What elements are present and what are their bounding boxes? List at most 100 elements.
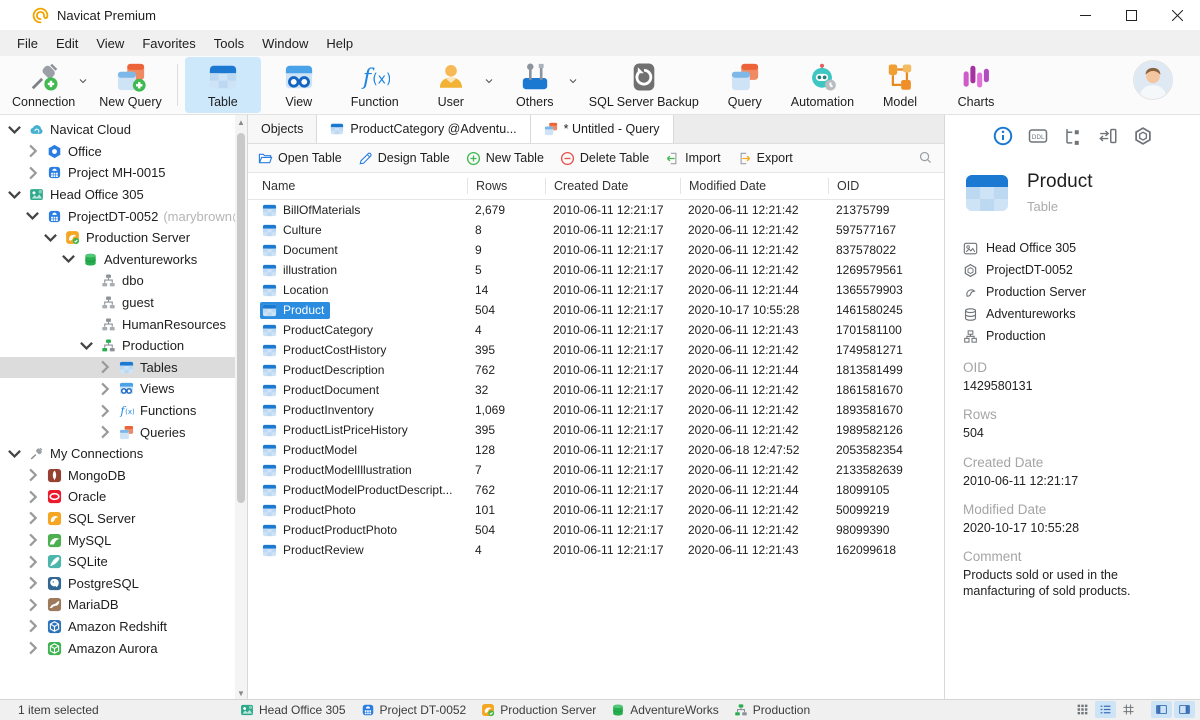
tree-item-postgresql[interactable]: PostgreSQL xyxy=(0,572,235,594)
tree-item-functions[interactable]: f (x) Functions xyxy=(0,400,235,422)
status-path-project-dt-0052[interactable]: Project DT-0052 xyxy=(361,703,466,717)
close-button[interactable] xyxy=(1154,0,1200,30)
table-name-cell[interactable]: ProductModelIllustration xyxy=(260,462,418,479)
table-row-productcosthistory[interactable]: ProductCostHistory 395 2010-06-11 12:21:17… xyxy=(248,340,945,360)
toolbar-function-button[interactable]: f (x) Function xyxy=(337,57,413,113)
tree-item-views[interactable]: Views xyxy=(0,378,235,400)
table-row-productlistpricehistory[interactable]: ProductListPriceHistory 395 2010-06-11 12:… xyxy=(248,420,945,440)
table-row-productmodel[interactable]: ProductModel 128 2010-06-11 12:21:17 2020-0… xyxy=(248,440,945,460)
toolbar-sql-server-backup-button[interactable]: SQL Server Backup xyxy=(581,57,707,113)
import-button[interactable]: Import xyxy=(665,151,721,166)
dropdown-caret-icon[interactable] xyxy=(79,77,87,85)
new-table-button[interactable]: New Table xyxy=(466,151,544,166)
tree-item-queries[interactable]: Queries xyxy=(0,421,235,443)
tree-item-amazon-aurora[interactable]: Amazon Aurora xyxy=(0,637,235,659)
chevron-right-icon[interactable] xyxy=(24,165,41,181)
chevron-right-icon[interactable] xyxy=(24,489,41,505)
table-row-productproductphoto[interactable]: ProductProductPhoto 504 2010-06-11 12:21:1… xyxy=(248,520,945,540)
table-name-cell[interactable]: ProductCostHistory xyxy=(260,342,392,359)
column-header-name[interactable]: Name xyxy=(248,178,467,194)
tree-item-amazon-redshift[interactable]: Amazon Redshift xyxy=(0,616,235,638)
chevron-down-icon[interactable] xyxy=(24,208,41,224)
tree-item-dbo[interactable]: dbo xyxy=(0,270,235,292)
menu-favorites[interactable]: Favorites xyxy=(133,36,204,51)
chevron-right-icon[interactable] xyxy=(24,510,41,526)
table-name-cell[interactable]: ProductInventory xyxy=(260,402,380,419)
column-header-oid[interactable]: OID xyxy=(828,178,945,194)
table-name-cell[interactable]: Product xyxy=(260,301,331,319)
maximize-button[interactable] xyxy=(1108,0,1154,30)
detail-view-button[interactable] xyxy=(1118,701,1139,718)
column-header-rows[interactable]: Rows xyxy=(467,178,545,194)
toolbar-charts-button[interactable]: Charts xyxy=(938,57,1014,113)
tree-item-adventureworks[interactable]: Adventureworks xyxy=(0,249,235,271)
delete-table-button[interactable]: Delete Table xyxy=(560,151,649,166)
user-avatar[interactable] xyxy=(1134,61,1172,99)
table-name-cell[interactable]: BillOfMaterials xyxy=(260,202,366,219)
table-row-productphoto[interactable]: ProductPhoto 101 2010-06-11 12:21:17 2020-0… xyxy=(248,500,945,520)
scroll-down-icon[interactable]: ▼ xyxy=(235,686,247,700)
scrollbar-thumb[interactable] xyxy=(237,133,245,503)
toolbar-others-button[interactable]: Others xyxy=(497,57,581,113)
chevron-down-icon[interactable] xyxy=(6,446,23,462)
table-name-cell[interactable]: Culture xyxy=(260,222,328,239)
tree-item-my-connections[interactable]: My Connections xyxy=(0,443,235,465)
ddl-icon[interactable]: DDL xyxy=(1028,126,1048,146)
chevron-right-icon[interactable] xyxy=(24,618,41,634)
chevron-right-icon[interactable] xyxy=(96,381,113,397)
scroll-up-icon[interactable]: ▲ xyxy=(235,115,247,129)
chevron-down-icon[interactable] xyxy=(60,251,77,267)
tree-item-sql-server[interactable]: SQL Server xyxy=(0,508,235,530)
info-icon[interactable] xyxy=(993,126,1013,146)
tab-productcategory-adventu[interactable]: ProductCategory @Adventu... xyxy=(317,115,531,143)
table-row-culture[interactable]: Culture 8 2010-06-11 12:21:17 2020-06-11 12… xyxy=(248,220,945,240)
tree-item-guest[interactable]: guest xyxy=(0,292,235,314)
column-header-created-date[interactable]: Created Date xyxy=(545,178,680,194)
table-name-cell[interactable]: ProductCategory xyxy=(260,322,379,339)
table-row-productinventory[interactable]: ProductInventory 1,069 2010-06-11 12:21:17… xyxy=(248,400,945,420)
toolbar-automation-button[interactable]: Automation xyxy=(783,57,862,113)
chevron-down-icon[interactable] xyxy=(78,338,95,354)
tree-item-oracle[interactable]: Oracle xyxy=(0,486,235,508)
menu-help[interactable]: Help xyxy=(317,36,362,51)
dropdown-caret-icon[interactable] xyxy=(569,77,577,85)
tree-item-mongodb[interactable]: MongoDB xyxy=(0,465,235,487)
tab-objects[interactable]: Objects xyxy=(248,115,318,143)
chevron-right-icon[interactable] xyxy=(24,467,41,483)
table-name-cell[interactable]: ProductReview xyxy=(260,542,370,559)
table-name-cell[interactable]: ProductDescription xyxy=(260,362,390,379)
menu-window[interactable]: Window xyxy=(253,36,317,51)
tree-item-humanresources[interactable]: HumanResources xyxy=(0,313,235,335)
chevron-right-icon[interactable] xyxy=(24,143,41,159)
chevron-right-icon[interactable] xyxy=(24,640,41,656)
table-row-productdocument[interactable]: ProductDocument 32 2010-06-11 12:21:17 2020… xyxy=(248,380,945,400)
toolbar-table-button[interactable]: Table xyxy=(184,57,261,113)
table-name-cell[interactable]: Document xyxy=(260,242,344,259)
status-path-production-server[interactable]: Production Server xyxy=(481,703,596,717)
chevron-right-icon[interactable] xyxy=(96,359,113,375)
menu-tools[interactable]: Tools xyxy=(205,36,253,51)
maintain-icon[interactable] xyxy=(1133,126,1153,146)
search-icon[interactable] xyxy=(918,150,933,165)
table-row-billofmaterials[interactable]: BillOfMaterials 2,679 2010-06-11 12:21:17 2… xyxy=(248,200,945,220)
tree-item-mariadb[interactable]: MariaDB xyxy=(0,594,235,616)
tree-item-mysql[interactable]: MySQL xyxy=(0,529,235,551)
chevron-down-icon[interactable] xyxy=(42,230,59,246)
tree-item-tables[interactable]: Tables xyxy=(0,356,235,379)
table-name-cell[interactable]: ProductProductPhoto xyxy=(260,522,403,539)
table-row-productmodelillustration[interactable]: ProductModelIllustration 7 2010-06-11 12:2… xyxy=(248,460,945,480)
design-table-button[interactable]: Design Table xyxy=(358,151,450,166)
table-name-cell[interactable]: ProductModel xyxy=(260,442,363,459)
chevron-down-icon[interactable] xyxy=(6,122,23,138)
status-path-adventureworks[interactable]: AdventureWorks xyxy=(611,703,719,717)
status-path-production[interactable]: Production xyxy=(734,703,810,717)
menu-file[interactable]: File xyxy=(8,36,47,51)
tree-item-project-mh-0015[interactable]: Project MH-0015 xyxy=(0,162,235,184)
menu-edit[interactable]: Edit xyxy=(47,36,87,51)
table-row-document[interactable]: Document 9 2010-06-11 12:21:17 2020-06-11 1… xyxy=(248,240,945,260)
table-name-cell[interactable]: ProductDocument xyxy=(260,382,385,399)
toolbar-new-query-button[interactable]: New Query xyxy=(91,57,170,113)
chevron-right-icon[interactable] xyxy=(96,424,113,440)
tree-item-office[interactable]: Office xyxy=(0,141,235,163)
toolbar-view-button[interactable]: View xyxy=(261,57,337,113)
